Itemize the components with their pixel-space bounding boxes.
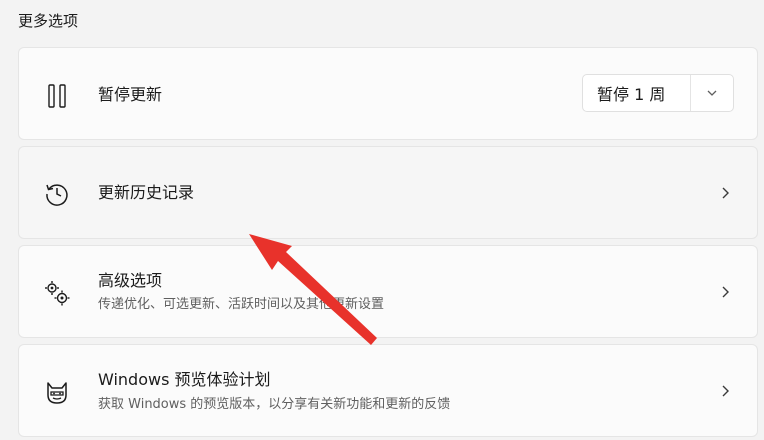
update-history-card[interactable]: 更新历史记录 <box>18 146 758 239</box>
advanced-options-label: 高级选项 <box>98 271 163 290</box>
advanced-options-card[interactable]: 高级选项 传递优化、可选更新、活跃时间以及其他更新设置 <box>18 245 758 338</box>
history-icon <box>41 178 73 210</box>
update-history-label: 更新历史记录 <box>98 183 195 202</box>
ninja-cat-icon <box>41 377 73 409</box>
pause-updates-card: 暂停更新 暂停 1 周 <box>18 47 758 140</box>
insider-program-label: Windows 预览体验计划 <box>98 370 271 389</box>
pause-updates-label: 暂停更新 <box>98 85 163 104</box>
chevron-right-icon <box>719 383 731 399</box>
pause-duration-select[interactable]: 暂停 1 周 <box>582 74 734 112</box>
chevron-right-icon <box>719 185 731 201</box>
pause-duration-value: 暂停 1 周 <box>597 85 666 104</box>
gears-icon <box>41 277 73 309</box>
insider-program-card[interactable]: Windows 预览体验计划 获取 Windows 的预览版本，以分享有关新功能… <box>18 344 758 437</box>
chevron-down-icon[interactable] <box>691 75 733 111</box>
chevron-right-icon <box>719 284 731 300</box>
advanced-options-description: 传递优化、可选更新、活跃时间以及其他更新设置 <box>98 297 385 312</box>
insider-program-description: 获取 Windows 的预览版本，以分享有关新功能和更新的反馈 <box>98 397 451 412</box>
pause-icon <box>41 80 73 112</box>
section-title: 更多选项 <box>18 12 79 30</box>
